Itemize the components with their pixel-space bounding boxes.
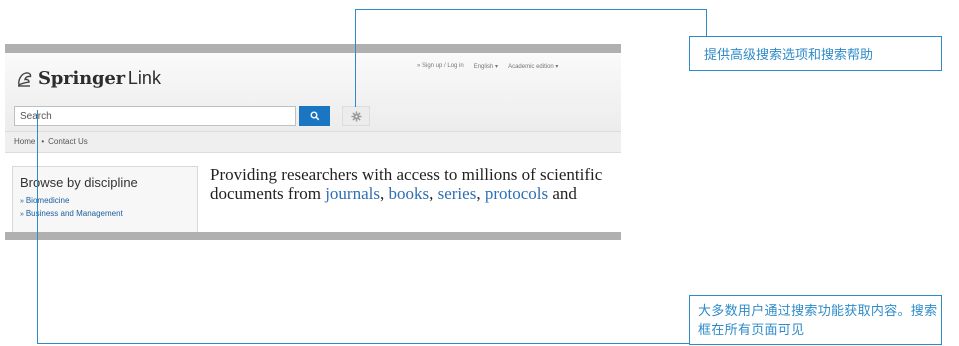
tagline-and: and — [552, 184, 577, 203]
site-tagline: Providing researchers with access to mil… — [210, 165, 610, 203]
tagline-comma-1: , — [379, 184, 385, 203]
search-button[interactable] — [299, 106, 330, 126]
protocols-link[interactable]: protocols — [485, 184, 548, 203]
logo-link-text: Link — [127, 68, 161, 88]
advanced-search-button[interactable] — [342, 106, 370, 126]
callout-line-search-vertical — [37, 110, 38, 343]
top-links: » Sign up / Log in English ▾ Academic ed… — [417, 63, 558, 70]
breadcrumb: Home • Contact Us — [5, 131, 621, 153]
browse-by-discipline-panel: Browse by discipline Biomedicine Busines… — [12, 166, 198, 236]
edition-selector[interactable]: Academic edition ▾ — [508, 63, 558, 70]
springer-horse-icon — [18, 71, 32, 87]
breadcrumb-contact-link[interactable]: Contact Us — [48, 137, 88, 146]
callout-search-box: 大多数用户通过搜索功能获取内容。搜索框在所有页面可见 — [689, 295, 942, 345]
springer-link-logo[interactable]: Springer Link — [16, 68, 161, 89]
logo-springer-text: Springer — [38, 68, 125, 89]
series-link[interactable]: series — [438, 184, 477, 203]
sign-up-login-link[interactable]: » Sign up / Log in — [417, 63, 464, 70]
site-header: Springer Link » Sign up / Log in English… — [5, 53, 621, 131]
callout-line-advanced-horizontal — [355, 9, 706, 10]
gear-icon — [350, 110, 362, 122]
breadcrumb-home-link[interactable]: Home — [14, 137, 35, 146]
callout-advanced-search: 提供高级搜索选项和搜索帮助 — [689, 36, 942, 71]
screenshot-frame: Springer Link » Sign up / Log in English… — [5, 44, 621, 240]
screenshot-bottom-border — [5, 232, 621, 240]
books-link[interactable]: books — [388, 184, 429, 203]
discipline-link-business[interactable]: Business and Management — [20, 209, 123, 218]
tagline-comma-3: , — [476, 184, 481, 203]
journals-link[interactable]: journals — [325, 184, 380, 203]
callout-line-advanced-drop — [706, 9, 707, 37]
breadcrumb-separator: • — [41, 137, 45, 146]
callout-line-advanced-vertical — [355, 9, 356, 107]
tagline-comma-2: , — [429, 184, 434, 203]
main-content: Browse by discipline Biomedicine Busines… — [5, 153, 621, 236]
callout-line-search-horizontal — [37, 343, 690, 344]
discipline-link-biomedicine[interactable]: Biomedicine — [20, 196, 70, 205]
search-input[interactable] — [14, 106, 296, 126]
screenshot-top-border — [5, 44, 621, 53]
search-icon — [310, 111, 319, 121]
language-selector[interactable]: English ▾ — [474, 63, 498, 70]
